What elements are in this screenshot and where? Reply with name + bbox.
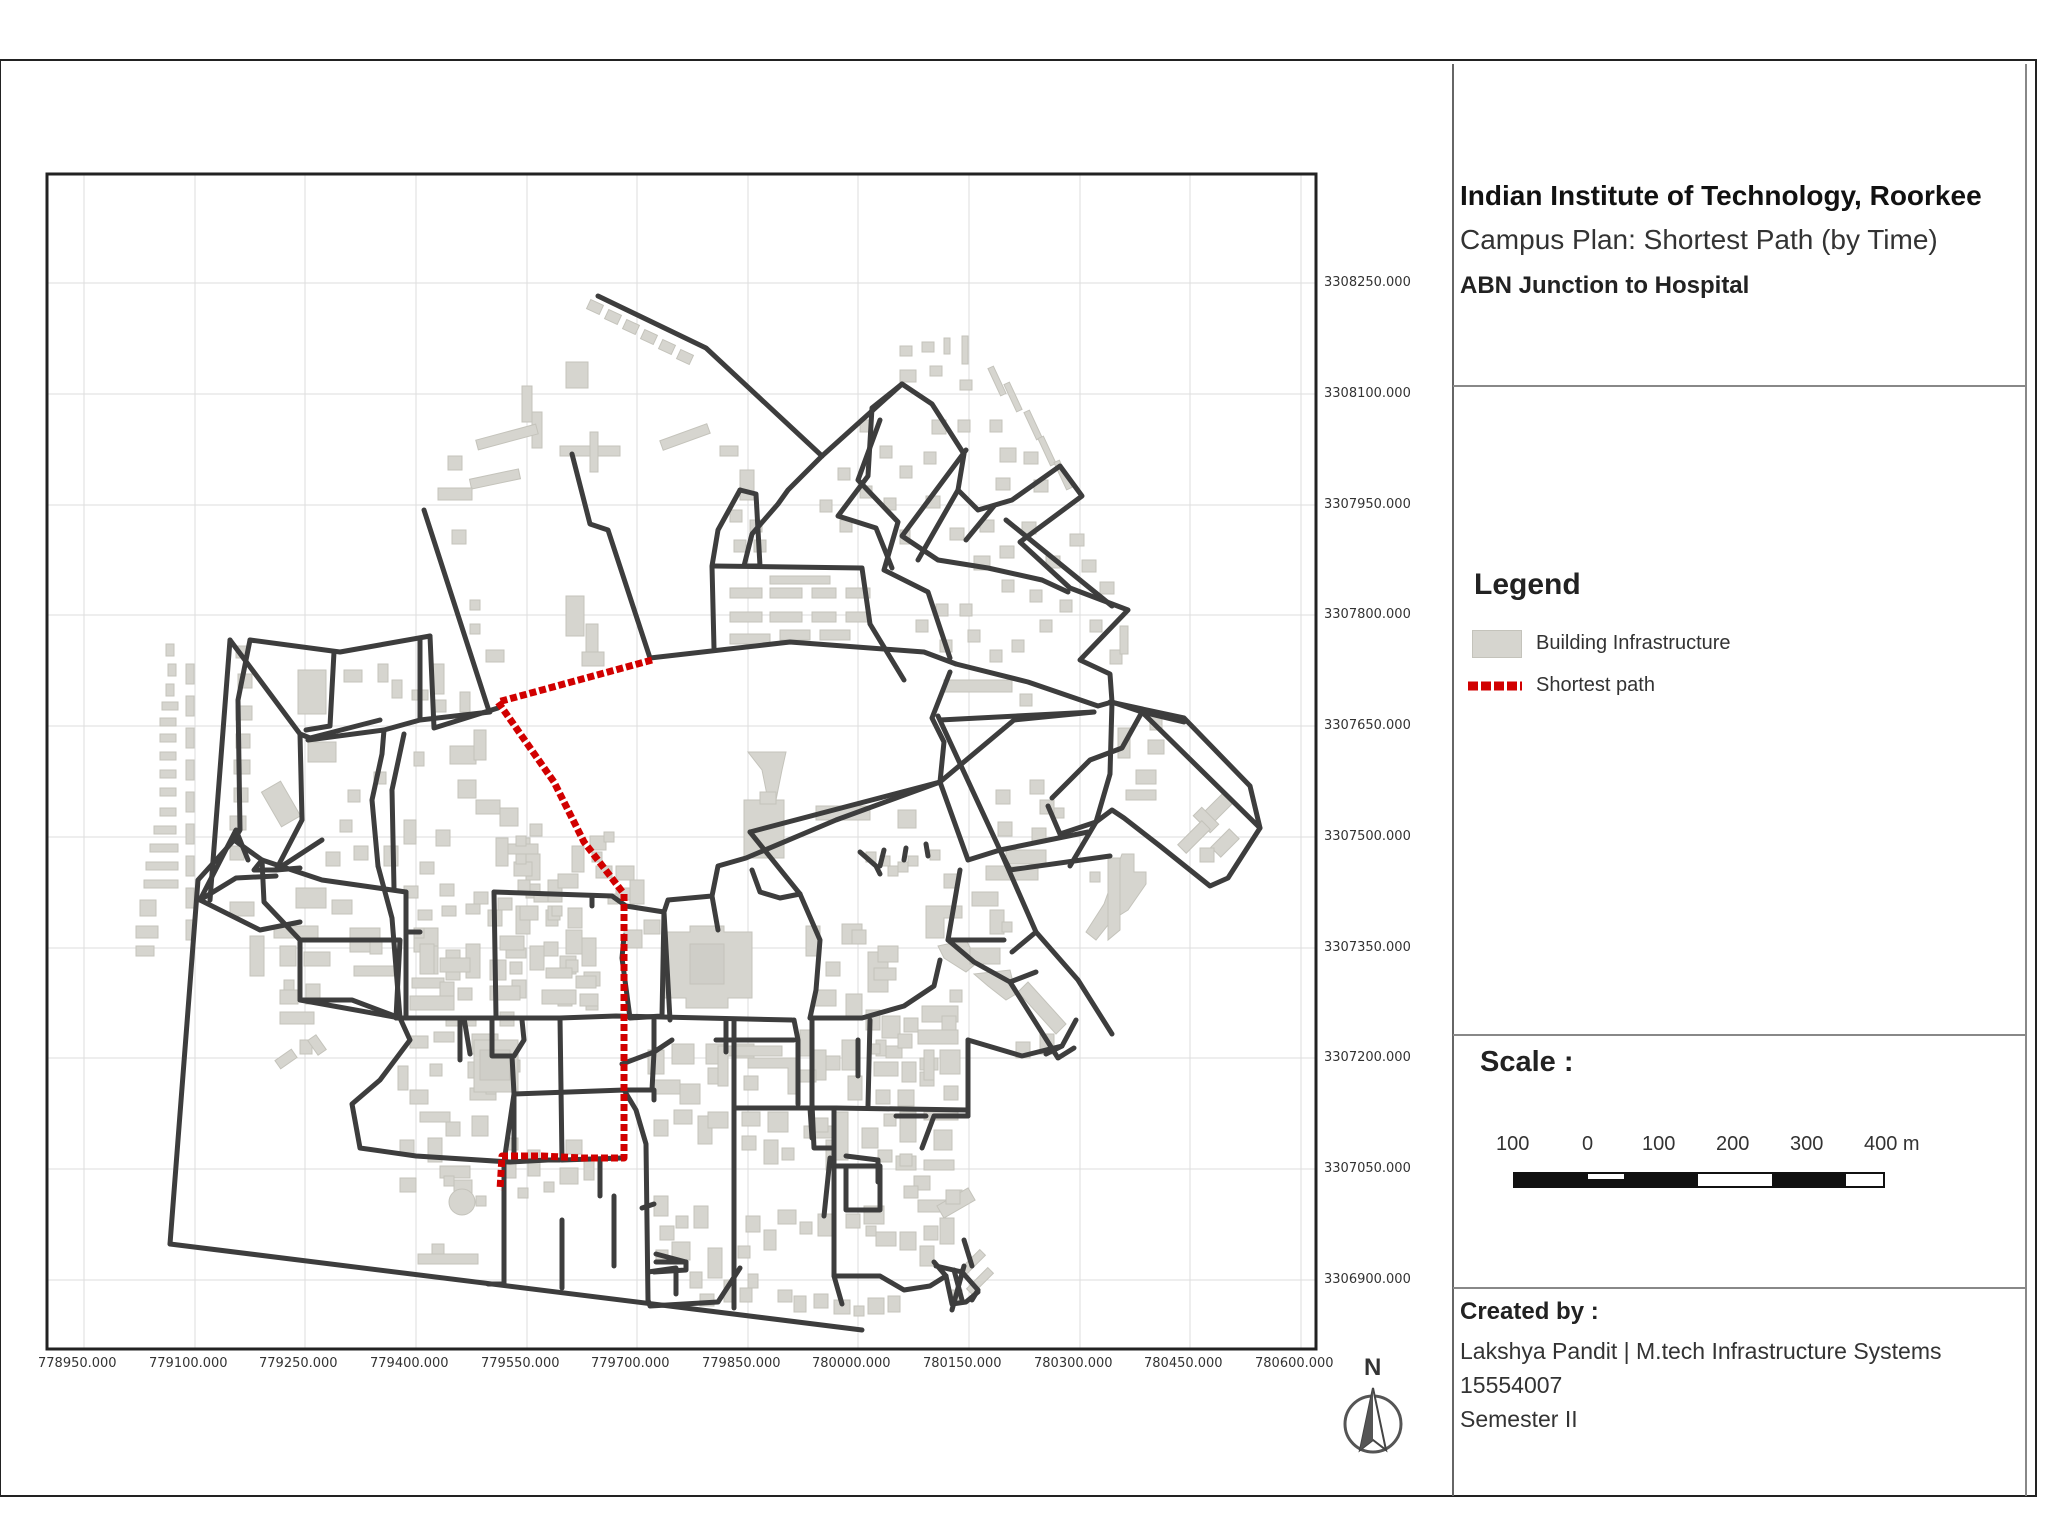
route-legend-swatch bbox=[1468, 681, 1522, 691]
north-arrow-icon bbox=[1343, 1387, 1403, 1454]
x-coordinate-label: 780600.000 bbox=[1255, 1356, 1334, 1371]
x-coordinate-label: 779250.000 bbox=[259, 1356, 338, 1371]
x-coordinate-label: 779400.000 bbox=[370, 1356, 449, 1371]
map-title: Indian Institute of Technology, Roorkee bbox=[1460, 180, 1982, 211]
y-coordinate-label: 3307800.000 bbox=[1324, 607, 1411, 622]
y-coordinate-label: 3307500.000 bbox=[1324, 829, 1411, 844]
x-coordinate-label: 779700.000 bbox=[591, 1356, 670, 1371]
road-network bbox=[167, 293, 1263, 1333]
map-sheet: 3308250.000 3308100.000 3307950.000 3307800… bbox=[0, 0, 2048, 1536]
route-title: ABN Junction to Hospital bbox=[1460, 272, 1750, 299]
legend-label-route: Shortest path bbox=[1536, 674, 1655, 696]
credits-roll-number: 15554007 bbox=[1460, 1372, 1563, 1398]
x-coordinate-label: 778950.000 bbox=[38, 1356, 117, 1371]
scale-tick-label: 0 bbox=[1582, 1133, 1594, 1155]
y-coordinate-label: 3307950.000 bbox=[1324, 497, 1411, 512]
x-coordinate-label: 780000.000 bbox=[812, 1356, 891, 1371]
y-coordinate-label: 3308250.000 bbox=[1324, 275, 1411, 290]
map-subtitle: Campus Plan: Shortest Path (by Time) bbox=[1460, 224, 1938, 255]
x-coordinate-label: 780150.000 bbox=[923, 1356, 1002, 1371]
scale-heading: Scale : bbox=[1480, 1046, 1574, 1078]
building-legend-swatch bbox=[1472, 630, 1522, 658]
credits-author: Lakshya Pandit | M.tech Infrastructure S… bbox=[1460, 1338, 1942, 1364]
x-coordinate-label: 779850.000 bbox=[702, 1356, 781, 1371]
y-coordinate-label: 3307050.000 bbox=[1324, 1161, 1411, 1176]
scale-tick-label: 100 bbox=[1496, 1133, 1530, 1155]
x-coordinate-label: 780300.000 bbox=[1034, 1356, 1113, 1371]
north-label: N bbox=[1364, 1354, 1382, 1381]
credits-semester: Semester II bbox=[1460, 1406, 1578, 1432]
scale-bar bbox=[1513, 1172, 1885, 1188]
legend-label-building: Building Infrastructure bbox=[1536, 632, 1731, 654]
scale-tick-label: 400 m bbox=[1864, 1133, 1920, 1155]
scale-tick-label: 100 bbox=[1642, 1133, 1676, 1155]
y-coordinate-label: 3308100.000 bbox=[1324, 386, 1411, 401]
legend-heading: Legend bbox=[1474, 568, 1581, 601]
x-coordinate-label: 779550.000 bbox=[481, 1356, 560, 1371]
scale-tick-label: 200 bbox=[1716, 1133, 1750, 1155]
x-coordinate-label: 779100.000 bbox=[149, 1356, 228, 1371]
credits-heading: Created by : bbox=[1460, 1298, 1599, 1325]
x-coordinate-label: 780450.000 bbox=[1144, 1356, 1223, 1371]
y-coordinate-label: 3307650.000 bbox=[1324, 718, 1411, 733]
y-coordinate-label: 3307200.000 bbox=[1324, 1050, 1411, 1065]
y-coordinate-label: 3307350.000 bbox=[1324, 940, 1411, 955]
y-coordinate-label: 3306900.000 bbox=[1324, 1272, 1411, 1287]
scale-tick-label: 300 bbox=[1790, 1133, 1824, 1155]
